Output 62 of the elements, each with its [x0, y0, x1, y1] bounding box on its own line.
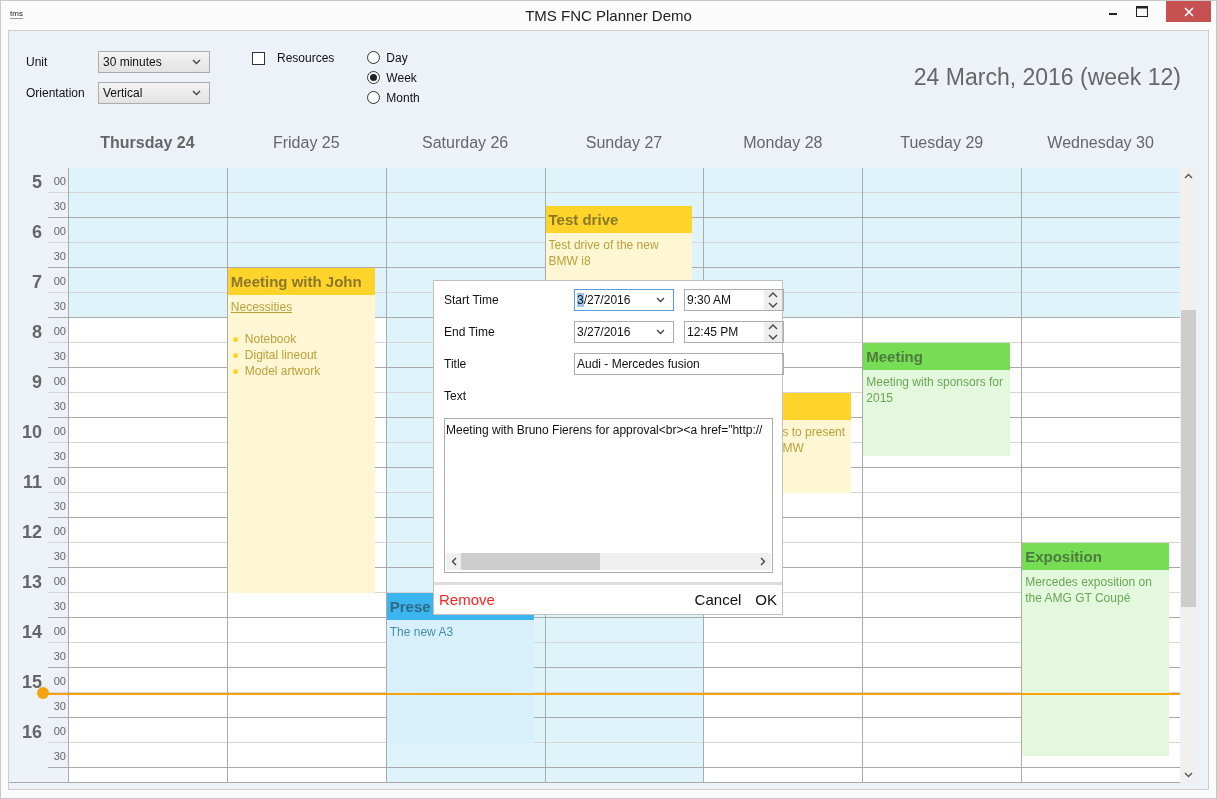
- minute-label: 00: [53, 525, 66, 537]
- hour-label: 16: [21, 722, 42, 743]
- event-description: s to present: [782, 424, 846, 440]
- text-label: Text: [444, 388, 467, 405]
- event-description: The new A3: [389, 624, 454, 640]
- minute-label: 30: [53, 200, 66, 212]
- bullet-item: Model artwork: [244, 363, 321, 379]
- bullet-item: Digital lineout: [244, 347, 317, 363]
- minute-label: 30: [53, 350, 66, 362]
- title-label: Title: [444, 357, 468, 371]
- time-label: Start Time: [444, 293, 500, 307]
- time-label: End Time: [444, 325, 496, 339]
- view-label: Week: [386, 70, 417, 85]
- hour-label: 8: [32, 322, 42, 343]
- minute-label: 30: [53, 300, 66, 312]
- minute-label: 30: [53, 650, 66, 662]
- event-description: Mercedes exposition on the AMG GT Coupé: [1025, 574, 1153, 606]
- resources-label: Resources: [277, 51, 335, 65]
- event-description: MW: [782, 440, 804, 456]
- orientation-label: Orientation: [26, 86, 86, 100]
- minute-label: 30: [53, 500, 66, 512]
- minute-label: 30: [53, 450, 66, 462]
- minute-label: 00: [53, 475, 66, 487]
- event-description: Test drive of the new BMW i8: [548, 236, 660, 269]
- minute-label: 00: [53, 375, 66, 387]
- minute-label: 00: [53, 625, 66, 637]
- event-description: Meeting with sponsors for 2015: [866, 374, 1004, 406]
- hour-label: 14: [21, 622, 42, 643]
- minute-label: 30: [53, 550, 66, 562]
- minute-label: 30: [53, 600, 66, 612]
- minute-label: 00: [53, 725, 66, 737]
- hour-label: 9: [32, 372, 42, 393]
- view-label: Day: [386, 50, 408, 65]
- unit-label: Unit: [26, 55, 49, 69]
- minute-label: 00: [53, 425, 66, 437]
- minute-label: 30: [53, 750, 66, 762]
- minute-label: 00: [53, 225, 66, 237]
- minute-label: 00: [53, 325, 66, 337]
- view-label: Month: [386, 90, 420, 105]
- minute-label: 00: [53, 675, 66, 687]
- hour-label: 7: [32, 272, 42, 293]
- bullet-item: Notebook: [244, 331, 297, 347]
- event-title: Meeting: [863, 343, 1011, 370]
- minute-label: 30: [53, 250, 66, 262]
- hour-label: 6: [32, 222, 42, 243]
- hour-label: 11: [22, 472, 42, 493]
- event-title: Exposition: [1022, 543, 1169, 570]
- hour-label: 15: [21, 672, 42, 693]
- minute-label: 00: [53, 275, 66, 287]
- hour-label: 12: [21, 522, 42, 543]
- window-title: TMS FNC Planner Demo: [525, 7, 692, 24]
- event-title: Test drive: [545, 205, 693, 233]
- minute-label: 30: [53, 700, 66, 712]
- hour-label: 13: [21, 572, 42, 593]
- minute-label: 00: [53, 175, 66, 187]
- app-logo: tms: [10, 9, 23, 19]
- minute-label: 30: [53, 400, 66, 412]
- event-title: Meeting with John: [227, 268, 375, 295]
- hour-label: 10: [21, 422, 42, 443]
- hour-label: 5: [32, 172, 42, 193]
- minute-label: 00: [53, 575, 66, 587]
- date-title: 24 March, 2016 (week 12): [913, 64, 1181, 91]
